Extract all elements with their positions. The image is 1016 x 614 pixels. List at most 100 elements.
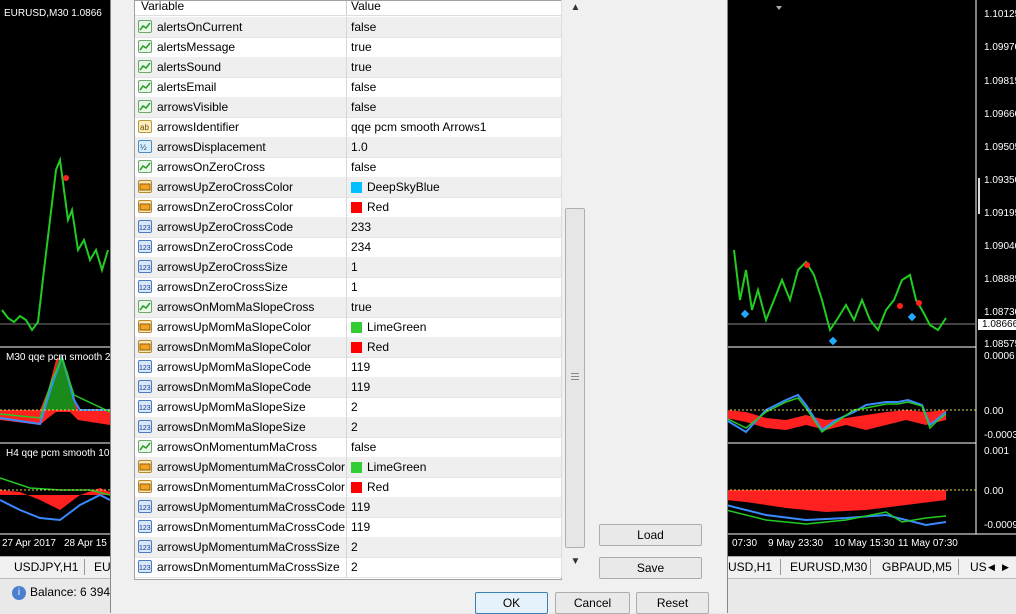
left-date-2: 28 Apr 15 (64, 538, 107, 549)
input-value[interactable]: Red (367, 480, 389, 494)
input-row[interactable]: 123 arrowsDnMomentumMaCrossCode 119 (135, 517, 561, 538)
right-chart-window[interactable]: 1.10125 1.09970 1.09815 1.09660 1.09505 … (726, 0, 1016, 560)
input-row[interactable]: arrowsUpZeroCrossColor DeepSkyBlue (135, 177, 561, 198)
column-divider (346, 97, 347, 117)
input-value[interactable]: 1 (351, 260, 358, 274)
input-row[interactable]: 123 arrowsUpZeroCrossSize 1 (135, 257, 561, 278)
input-row[interactable]: ½ arrowsDisplacement 1.0 (135, 137, 561, 158)
scroll-down-arrow-icon[interactable]: ▼ (562, 556, 589, 574)
input-value[interactable]: false (351, 100, 376, 114)
cancel-button[interactable]: Cancel (555, 592, 630, 614)
input-row[interactable]: alertsEmail false (135, 77, 561, 98)
reset-button[interactable]: Reset (636, 592, 709, 614)
input-value[interactable]: 2 (351, 540, 358, 554)
input-row[interactable]: arrowsVisible false (135, 97, 561, 118)
input-value[interactable]: 2 (351, 400, 358, 414)
input-row[interactable]: 123 arrowsUpZeroCrossCode 233 (135, 217, 561, 238)
input-row[interactable]: arrowsDnMomentumMaCrossColor Red (135, 477, 561, 498)
price-tick: 1.09505 (984, 142, 1016, 153)
input-row[interactable]: arrowsUpMomentumMaCrossColor LimeGreen (135, 457, 561, 478)
bool-type-icon (138, 440, 152, 453)
input-row[interactable]: alertsMessage true (135, 37, 561, 58)
input-value[interactable]: Red (367, 340, 389, 354)
price-tick: 1.09970 (984, 42, 1016, 53)
input-value[interactable]: LimeGreen (367, 320, 426, 334)
input-variable-name: arrowsOnMomentumMaCross (157, 440, 318, 454)
input-row[interactable]: arrowsDnMomMaSlopeColor Red (135, 337, 561, 358)
input-value[interactable]: 1.0 (351, 140, 368, 154)
input-variable-name: arrowsUpZeroCrossCode (157, 220, 294, 234)
input-value[interactable]: 1 (351, 280, 358, 294)
input-value[interactable]: LimeGreen (367, 460, 426, 474)
input-row[interactable]: 123 arrowsUpMomMaSlopeSize 2 (135, 397, 561, 418)
input-value[interactable]: false (351, 20, 376, 34)
price-tick: 1.09815 (984, 76, 1016, 87)
scroll-up-arrow-icon[interactable]: ▲ (562, 2, 589, 20)
input-value[interactable]: 2 (351, 420, 358, 434)
input-value[interactable]: 119 (351, 520, 370, 534)
input-value[interactable]: false (351, 160, 376, 174)
tab-gbpaud[interactable]: GBPAUD,M5 (882, 560, 952, 574)
input-row[interactable]: alertsOnCurrent false (135, 17, 561, 38)
input-row[interactable]: arrowsOnZeroCross false (135, 157, 561, 178)
input-row[interactable]: 123 arrowsUpMomentumMaCrossSize 2 (135, 537, 561, 558)
input-row[interactable]: 123 arrowsDnMomMaSlopeCode 119 (135, 377, 561, 398)
input-row[interactable]: arrowsOnMomMaSlopeCross true (135, 297, 561, 318)
input-value[interactable]: true (351, 40, 372, 54)
input-variable-name: alertsSound (157, 60, 222, 74)
price-tick: 1.09660 (984, 109, 1016, 120)
input-value[interactable]: Red (367, 200, 389, 214)
input-value[interactable]: qqe pcm smooth Arrows1 (351, 120, 486, 134)
input-row[interactable]: 123 arrowsUpMomentumMaCrossCode 119 (135, 497, 561, 518)
svg-text:123: 123 (139, 545, 151, 552)
input-value[interactable]: 234 (351, 240, 371, 254)
input-row[interactable]: arrowsUpMomMaSlopeColor LimeGreen (135, 317, 561, 338)
input-row[interactable]: 123 arrowsDnMomMaSlopeSize 2 (135, 417, 561, 438)
tab-usdjpy[interactable]: USDJPY,H1 (14, 560, 78, 574)
ok-button[interactable]: OK (475, 592, 548, 614)
load-button[interactable]: Load (599, 524, 702, 546)
column-divider (346, 357, 347, 377)
variable-column-header[interactable]: Variable (141, 1, 184, 13)
input-value[interactable]: false (351, 80, 376, 94)
input-value[interactable]: 119 (351, 360, 370, 374)
input-row[interactable]: 123 arrowsDnMomentumMaCrossSize 2 (135, 557, 561, 578)
input-value[interactable]: true (351, 300, 372, 314)
tab-eurusd[interactable]: EURUSD,M30 (790, 560, 867, 574)
input-row[interactable]: 123 arrowsDnZeroCrossCode 234 (135, 237, 561, 258)
input-value[interactable]: true (351, 60, 372, 74)
input-row[interactable]: 123 arrowsUpMomMaSlopeCode 119 (135, 357, 561, 378)
price-tick: 1.09350 (984, 175, 1016, 186)
header-divider (346, 1, 347, 15)
input-value[interactable]: DeepSkyBlue (367, 180, 440, 194)
value-column-header[interactable]: Value (351, 1, 381, 13)
tab-scroll-right-icon[interactable]: ▶ (1002, 562, 1009, 573)
input-value[interactable]: 233 (351, 220, 371, 234)
input-value[interactable]: false (351, 440, 376, 454)
input-value[interactable]: 119 (351, 380, 370, 394)
input-value[interactable]: 2 (351, 560, 358, 574)
input-row[interactable]: arrowsDnZeroCrossColor Red (135, 197, 561, 218)
input-row[interactable]: arrowsOnMomentumMaCross false (135, 437, 561, 458)
save-button[interactable]: Save (599, 557, 702, 579)
bool-type-icon (138, 160, 152, 173)
int-type-icon: 123 (138, 560, 152, 573)
tab-eu[interactable]: EU (94, 560, 111, 574)
input-value[interactable]: 119 (351, 500, 370, 514)
input-row[interactable]: ab arrowsIdentifier qqe pcm smooth Arrows1 (135, 117, 561, 138)
left-chart-window[interactable]: EURUSD,M30 1.0866 M30 qqe pcm smooth 2 H… (0, 0, 110, 560)
column-divider (346, 377, 347, 397)
inputs-grid[interactable]: Variable Value alertsOnCurrent false alert… (134, 0, 562, 580)
svg-text:123: 123 (139, 245, 151, 252)
column-divider (346, 497, 347, 517)
column-divider (346, 517, 347, 537)
grid-vertical-scrollbar[interactable]: ▲ ▼ (561, 0, 589, 578)
tab-us[interactable]: US (970, 560, 987, 574)
input-row[interactable]: alertsSound true (135, 57, 561, 78)
column-divider (346, 197, 347, 217)
input-variable-name: arrowsDnMomentumMaCrossSize (157, 560, 340, 574)
tab-scroll-left-icon[interactable]: ◀ (988, 562, 995, 573)
scrollbar-thumb[interactable] (565, 208, 585, 548)
tab-usd-h1[interactable]: USD,H1 (728, 560, 772, 574)
input-row[interactable]: 123 arrowsDnZeroCrossSize 1 (135, 277, 561, 298)
